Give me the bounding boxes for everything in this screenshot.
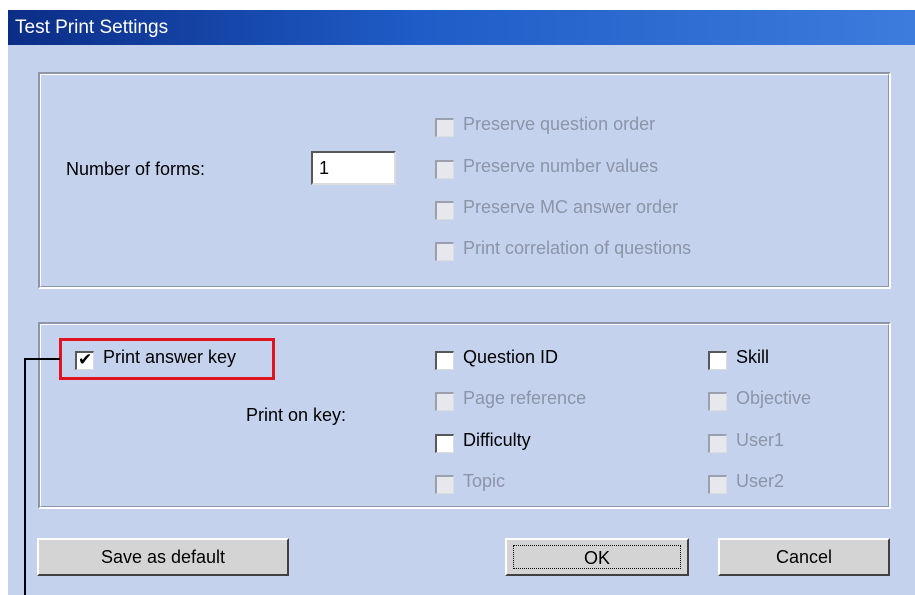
- difficulty-label: Difficulty: [463, 430, 531, 450]
- topic-checkbox[interactable]: [435, 475, 454, 494]
- preserve-question-order-label: Preserve question order: [463, 114, 656, 134]
- difficulty-checkbox[interactable]: [435, 434, 454, 453]
- question-id-label: Question ID: [463, 347, 559, 367]
- objective-checkbox[interactable]: [708, 392, 727, 411]
- preserve-question-order-checkbox[interactable]: [435, 118, 454, 137]
- preserve-mc-answer-order-label: Preserve MC answer order: [463, 197, 679, 217]
- topic-label: Topic: [463, 471, 506, 491]
- ok-button-focus-label: OK: [513, 545, 681, 569]
- print-answer-key-highlight: [59, 338, 275, 380]
- print-correlation-checkbox[interactable]: [435, 242, 454, 261]
- user1-label: User1: [736, 430, 785, 450]
- ok-button[interactable]: OK: [505, 538, 689, 576]
- callout-leader-horizontal: [24, 358, 60, 360]
- save-as-default-button[interactable]: Save as default: [37, 538, 289, 576]
- user1-checkbox[interactable]: [708, 434, 727, 453]
- user2-label: User2: [736, 471, 785, 491]
- print-on-key-label: Print on key:: [246, 405, 347, 425]
- test-print-settings-dialog: Test Print Settings Number of forms: 1 P…: [8, 10, 915, 595]
- callout-leader-vertical: [24, 358, 26, 595]
- user2-checkbox[interactable]: [708, 475, 727, 494]
- dialog-title: Test Print Settings: [8, 10, 915, 45]
- print-correlation-label: Print correlation of questions: [463, 238, 692, 258]
- preserve-mc-answer-order-checkbox[interactable]: [435, 201, 454, 220]
- objective-label: Objective: [736, 388, 812, 408]
- number-of-forms-input[interactable]: 1: [311, 151, 396, 185]
- skill-label: Skill: [736, 347, 770, 367]
- preserve-number-values-label: Preserve number values: [463, 156, 659, 176]
- cancel-button[interactable]: Cancel: [718, 538, 890, 576]
- page-reference-checkbox[interactable]: [435, 392, 454, 411]
- skill-checkbox[interactable]: [708, 351, 727, 370]
- question-id-checkbox[interactable]: [435, 351, 454, 370]
- page-reference-label: Page reference: [463, 388, 587, 408]
- preserve-number-values-checkbox[interactable]: [435, 160, 454, 179]
- number-of-forms-label: Number of forms:: [66, 159, 206, 179]
